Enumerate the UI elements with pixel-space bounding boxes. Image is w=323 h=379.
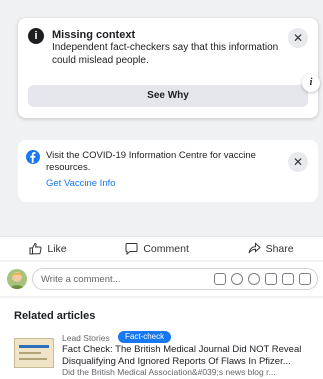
covid-info-text: Visit the COVID-19 Information Centre fo… xyxy=(46,150,256,173)
article-snippet: Did the British Medical Association&#039… xyxy=(62,367,276,377)
article-title[interactable]: Fact Check: The British Medical Journal … xyxy=(62,344,318,368)
gif-icon[interactable] xyxy=(265,273,277,285)
avatar xyxy=(7,269,27,289)
like-button[interactable]: Like xyxy=(29,242,67,255)
info-icon: i xyxy=(28,28,44,44)
comment-row: Write a comment... xyxy=(0,262,323,296)
thumbs-up-icon xyxy=(29,242,42,255)
comment-label: Comment xyxy=(143,242,189,255)
emoji-icon[interactable] xyxy=(231,273,243,285)
comment-tools xyxy=(214,273,311,285)
get-vaccine-info-link[interactable]: Get Vaccine Info xyxy=(46,178,116,189)
comment-icon xyxy=(125,243,138,255)
comment-button[interactable]: Comment xyxy=(125,242,189,255)
sticker-icon[interactable] xyxy=(282,273,294,285)
camera-icon[interactable] xyxy=(248,273,260,285)
close-icon[interactable]: ✕ xyxy=(288,152,308,172)
related-articles-heading: Related articles xyxy=(14,310,96,322)
missing-context-card: i Missing context Independent fact-check… xyxy=(18,18,318,118)
share-label: Share xyxy=(265,242,294,255)
send-icon[interactable] xyxy=(299,273,311,285)
info-icon[interactable]: i xyxy=(302,74,320,92)
share-icon xyxy=(248,242,261,254)
article-thumbnail[interactable] xyxy=(14,338,54,368)
close-icon[interactable]: ✕ xyxy=(288,28,308,48)
covid-info-card: Visit the COVID-19 Information Centre fo… xyxy=(18,140,318,202)
like-label: Like xyxy=(47,242,67,255)
post-actions-bar: Like Comment Share xyxy=(0,236,323,260)
comment-input[interactable]: Write a comment... xyxy=(32,268,318,290)
missing-context-title: Missing context xyxy=(52,29,136,41)
related-articles-section: Related articles Lead Stories Fact-check… xyxy=(0,298,323,379)
missing-context-description: Independent fact-checkers say that this … xyxy=(52,42,279,66)
avatar-sticker-icon[interactable] xyxy=(214,273,226,285)
comment-placeholder: Write a comment... xyxy=(41,274,121,285)
see-why-button[interactable]: See Why xyxy=(28,85,308,107)
share-button[interactable]: Share xyxy=(248,242,294,255)
article-source: Lead Stories xyxy=(62,333,110,343)
facebook-icon xyxy=(26,150,40,164)
fact-check-badge: Fact-check xyxy=(118,331,172,343)
